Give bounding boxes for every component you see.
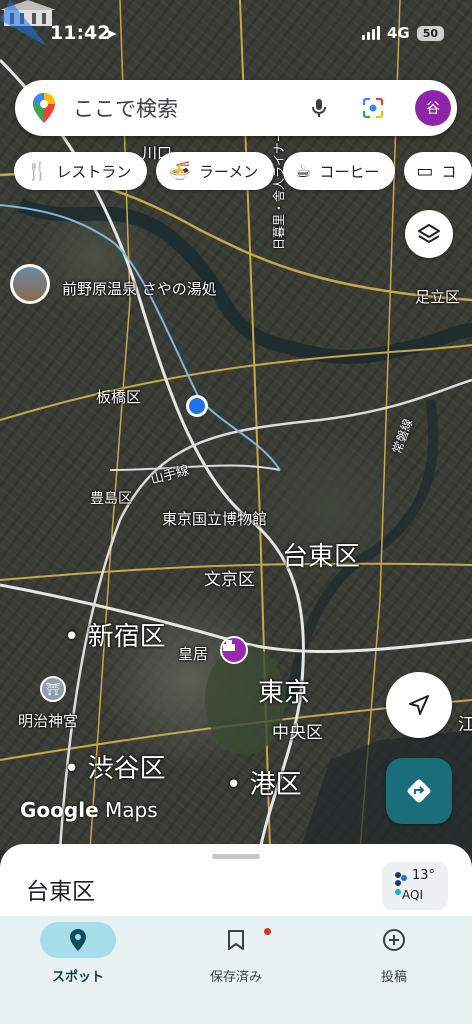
map-label-kokyo: 皇居 [178,645,209,663]
temperature: 13° [412,868,436,883]
bookmark-icon [228,930,244,950]
chip-ramen[interactable]: 🍜 ラーメン [156,152,275,190]
network-type: 4G [386,24,410,42]
google-lens-icon[interactable] [361,96,385,120]
map-label-koto: 江 [458,715,472,735]
signal-icon [361,26,380,40]
map-label-toshima: 豊島区 [90,491,132,507]
chip-label: コーヒー [319,162,380,181]
map-label-shibuya: • 渋谷区 [64,754,166,784]
search-bar[interactable]: ここで検索 谷 [15,80,457,136]
nav-label: 投稿 [380,970,407,985]
map-label-bunkyo: 文京区 [204,570,255,590]
maps-wordmark: Maps [105,798,158,822]
google-maps-logo: Google Maps [20,798,158,822]
add-circle-icon [383,929,405,951]
torii-icon: ⛩ [45,682,61,696]
location-arrow-icon: ➤ [104,24,118,43]
directions-button[interactable] [386,758,452,824]
restaurant-icon: 🍴 [26,160,49,182]
map-label-meiji[interactable]: 明治神宮 [18,710,78,731]
nav-label: 保存済み [209,970,262,985]
clock: 11:42 [50,22,111,44]
layers-icon [418,224,440,243]
chip-label: レストラン [56,162,132,181]
imperial-palace-marker[interactable] [220,636,248,664]
map-label-taito[interactable]: 台東区 [282,536,360,573]
chip-restaurant[interactable]: 🍴 レストラン [14,152,148,190]
search-input[interactable]: ここで検索 [73,93,307,123]
coffee-icon: ☕ [295,160,312,182]
map-layers-button[interactable] [405,210,453,258]
chip-store[interactable]: ▭ コ [404,152,472,190]
category-chips: 🍴 レストラン 🍜 ラーメン ☕ コーヒー ▭ コ [14,152,472,190]
map-label-chuo: 中央区 [272,723,323,743]
map-label-minato-text: 港区 [249,770,302,800]
notification-dot [264,928,271,935]
map-label-adachi: 足立区 [415,288,461,306]
map-label-nippori-liner: 日暮里・舎人ライナー [272,130,286,250]
store-icon: ▭ [416,160,434,182]
aqi-label: AQI [402,888,423,902]
map-label-minato: • 港区 [226,770,302,800]
map-label-museum[interactable]: 東京国立博物館 [162,508,267,529]
map-label-shinjuku: • 新宿区 [64,622,166,652]
weather-aqi-badge[interactable]: 13° AQI [382,862,448,910]
palace-icon [223,640,235,651]
map-label-shibuya-text: 渋谷区 [87,754,166,784]
map-label-shinjuku-text: 新宿区 [87,622,166,652]
battery-icon: 50 [416,25,444,41]
account-avatar[interactable]: 谷 [415,90,451,126]
map-label-tokyo[interactable]: 東京 [258,672,310,709]
chip-coffee[interactable]: ☕ コーヒー [283,152,396,190]
map-label-onsen[interactable]: 前野原温泉 さやの湯処 [62,278,217,299]
bottom-navigation: スポット 保存済み 投稿 [0,916,472,1024]
chip-label: コ [441,162,457,181]
ramen-icon: 🍜 [168,160,191,182]
sheet-drag-handle[interactable] [212,854,260,859]
navigation-arrow-icon [409,695,429,715]
status-bar: 11:42 ➤ 4G 50 [0,0,472,70]
google-wordmark: Google [20,798,99,822]
microphone-icon[interactable] [307,96,331,120]
place-pin-icon [70,929,86,951]
my-location-button[interactable] [386,672,452,738]
chip-label: ラーメン [198,162,259,181]
directions-icon [407,779,431,803]
nav-saved[interactable]: 保存済み [176,922,296,1002]
place-title: 台東区 [26,879,95,905]
nav-contribute[interactable]: 投稿 [334,922,454,1002]
shrine-marker[interactable]: ⛩ [40,676,66,702]
google-maps-pin-icon [33,93,55,123]
nav-label: スポット [51,970,104,985]
map-label-itabashi: 板橋区 [96,388,142,406]
onsen-photo-marker[interactable] [10,264,50,304]
current-location-dot [186,395,208,417]
place-sheet[interactable]: 台東区 13° AQI [0,844,472,924]
nav-explore[interactable]: スポット [18,922,138,1002]
